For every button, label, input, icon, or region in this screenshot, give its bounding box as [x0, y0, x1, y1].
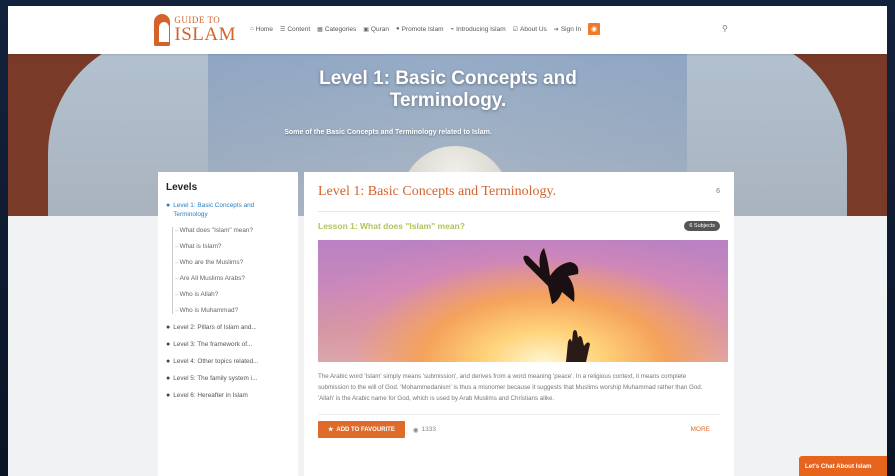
- level-bullet-icon: ●: [166, 375, 171, 382]
- chat-widget-button[interactable]: Let's Chat About Islam: [799, 456, 887, 476]
- sidebar-level-label: Level 2: Pillars of Islam and...: [173, 324, 257, 331]
- lesson-link[interactable]: What does "Islam" mean?: [175, 227, 290, 234]
- level-bullet-icon: ●: [166, 341, 171, 348]
- rss-icon[interactable]: ◉: [588, 23, 601, 35]
- eye-icon: ◉: [412, 426, 419, 434]
- lesson-title[interactable]: Lesson 1: What does "Islam" mean?: [318, 221, 465, 231]
- sidebar-level-2[interactable]: ● Level 2: Pillars of Islam and...: [166, 323, 290, 332]
- hero-subtitle: Some of the Basic Concepts and Terminolo…: [284, 129, 492, 136]
- add-to-favourite-button[interactable]: ★ ADD TO FAVOURITE: [318, 421, 405, 438]
- subjects-badge: 6 Subjects: [684, 221, 720, 231]
- level-bullet-icon: ●: [166, 202, 171, 209]
- lesson-excerpt: The Arabic word 'Islam' simply means 'su…: [318, 373, 703, 402]
- lesson-link[interactable]: Who is Allah?: [175, 291, 290, 298]
- home-icon: ⌂: [250, 26, 254, 32]
- nav-label: Promote Islam: [401, 25, 444, 33]
- nav-label: Categories: [324, 25, 357, 33]
- more-link[interactable]: MORE: [691, 426, 711, 433]
- levels-sidebar: Levels ● Level 1: Basic Concepts and Ter…: [158, 172, 298, 476]
- lesson-card: Level 1: Basic Concepts and Terminology.…: [304, 172, 734, 476]
- nav-content[interactable]: ☰ Content: [280, 26, 310, 33]
- quran-icon: ▣: [363, 26, 369, 33]
- views-value: 1333: [421, 426, 436, 433]
- sidebar-level-3[interactable]: ● Level 3: The framework of...: [166, 340, 290, 349]
- sidebar-level-1[interactable]: ● Level 1: Basic Concepts and Terminolog…: [166, 201, 290, 219]
- sidebar-level-label: Level 1: Basic Concepts and Terminology: [173, 202, 255, 218]
- nav-introducing-islam[interactable]: ◒ Introducing Islam: [451, 26, 506, 33]
- arch-left-decoration: [8, 54, 208, 216]
- main-nav: ⌂ Home ☰ Content ▦ Categories ▣ Quran ● …: [250, 23, 601, 35]
- level-1-lessons: What does "Islam" mean? What is Islam? W…: [172, 227, 290, 314]
- nav-about-us[interactable]: ☑ About Us: [513, 26, 547, 33]
- sidebar-level-label: Level 4: Other topics related...: [173, 358, 259, 365]
- nav-promote-islam[interactable]: ● Promote Islam: [396, 26, 444, 33]
- lesson-image[interactable]: [318, 240, 728, 362]
- lesson-count: 6: [716, 188, 720, 195]
- nav-home[interactable]: ⌂ Home: [250, 26, 273, 33]
- star-icon: ★: [328, 427, 334, 433]
- lesson-link[interactable]: What is Islam?: [175, 243, 290, 250]
- nav-categories[interactable]: ▦ Categories: [317, 26, 356, 33]
- sidebar-level-5[interactable]: ● Level 5: The family system i...: [166, 374, 290, 383]
- level-bullet-icon: ●: [166, 392, 171, 399]
- sidebar-level-6[interactable]: ● Level 6: Hereafter in Islam: [166, 391, 290, 400]
- sidebar-level-label: Level 5: The family system i...: [173, 375, 258, 382]
- promote-icon: ●: [396, 26, 400, 32]
- fav-label: ADD TO FAVOURITE: [336, 426, 395, 433]
- sidebar-level-label: Level 6: Hereafter in Islam: [173, 392, 248, 399]
- search-icon[interactable]: ⚲: [722, 24, 728, 33]
- view-count: ◉ 1333: [413, 426, 436, 434]
- lesson-link[interactable]: Are All Muslims Arabs?: [175, 275, 290, 282]
- signin-icon: ➔: [553, 26, 559, 33]
- card-title: Level 1: Basic Concepts and Terminology.: [318, 183, 557, 199]
- nav-label: Quran: [370, 25, 389, 33]
- hand-icon: [566, 330, 590, 362]
- lesson-header: Lesson 1: What does "Islam" mean? 6 Subj…: [318, 212, 720, 240]
- level-bullet-icon: ●: [166, 358, 171, 365]
- nav-label: Home: [255, 25, 273, 33]
- categories-icon: ▦: [317, 26, 323, 33]
- lesson-link[interactable]: Who are the Muslims?: [175, 259, 290, 266]
- dove-icon: [523, 248, 579, 304]
- introducing-icon: ◒: [450, 26, 455, 32]
- lesson-link[interactable]: Who is Muhammad?: [175, 307, 290, 314]
- nav-label: Introducing Islam: [456, 25, 506, 33]
- site-header: GUIDE TO ISLAM ⌂ Home ☰ Content ▦ Catego…: [8, 6, 887, 54]
- content-icon: ☰: [279, 26, 286, 33]
- logo-main-text: ISLAM: [174, 24, 236, 45]
- nav-label: Content: [287, 25, 311, 33]
- sidebar-level-label: Level 3: The framework of...: [173, 341, 253, 348]
- hero-title: Level 1: Basic Concepts and Terminology.: [319, 68, 577, 111]
- card-header: Level 1: Basic Concepts and Terminology.…: [318, 172, 720, 212]
- sidebar-level-4[interactable]: ● Level 4: Other topics related...: [166, 357, 290, 366]
- nav-sign-in[interactable]: ➔ Sign In: [554, 26, 581, 33]
- card-actions: ★ ADD TO FAVOURITE ◉ 1333 MORE: [318, 414, 720, 438]
- nav-label: About Us: [520, 25, 547, 33]
- nav-label: Sign In: [560, 25, 582, 33]
- about-icon: ☑: [512, 26, 519, 33]
- mosque-logo-icon: [154, 14, 171, 46]
- sidebar-title: Levels: [166, 182, 198, 193]
- nav-quran[interactable]: ▣ Quran: [363, 26, 389, 33]
- browser-screen: GUIDE TO ISLAM ⌂ Home ☰ Content ▦ Catego…: [8, 6, 887, 476]
- arch-right-decoration: [687, 54, 887, 216]
- site-logo[interactable]: GUIDE TO ISLAM: [154, 12, 236, 48]
- level-bullet-icon: ●: [166, 324, 171, 331]
